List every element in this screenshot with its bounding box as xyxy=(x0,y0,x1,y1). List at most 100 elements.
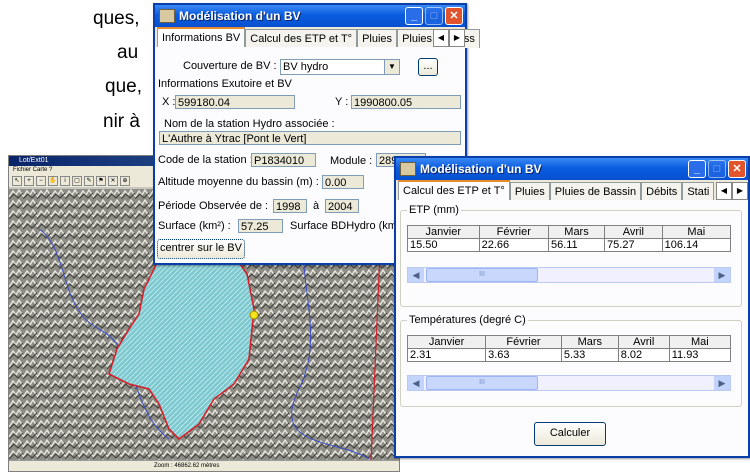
left-arrow-icon[interactable]: ◀ xyxy=(433,29,449,47)
temp-cell[interactable]: 3.63 xyxy=(485,348,562,362)
zoom-out-icon[interactable]: − xyxy=(36,176,46,186)
etp-panel: ETP (mm) Janvier Février Mars Avril Mai … xyxy=(396,200,748,456)
month-header: Mars xyxy=(560,335,619,349)
app-icon xyxy=(400,162,416,176)
month-header: Mars xyxy=(547,225,606,239)
window-title: Modélisation d'un BV xyxy=(179,9,301,23)
tab-calcul-etp[interactable]: Calcul des ETP et T° xyxy=(245,29,358,48)
couverture-value: BV hydro xyxy=(283,61,329,73)
y-field[interactable]: 1990800.05 xyxy=(351,95,461,109)
chevron-down-icon[interactable]: ▼ xyxy=(384,60,399,74)
minimize-button[interactable]: _ xyxy=(405,7,423,25)
right-arrow-icon[interactable]: ▶ xyxy=(714,268,730,282)
temp-scrollbar[interactable]: ◀ III ▶ xyxy=(407,375,731,391)
right-arrow-icon[interactable]: ▶ xyxy=(714,376,730,390)
periode-to-label: à xyxy=(313,200,320,212)
month-header: Mai xyxy=(661,225,732,239)
month-header: Janvier xyxy=(407,225,480,239)
pan-icon[interactable]: ✋ xyxy=(48,176,58,186)
tab-scroller[interactable]: ◀ ▶ xyxy=(716,182,748,200)
tab-debits[interactable]: Débits xyxy=(641,182,683,201)
scroll-thumb[interactable]: III xyxy=(426,376,538,390)
browse-button[interactable]: ... xyxy=(418,58,438,76)
doc-line: nir à xyxy=(103,111,140,132)
zoom-in-icon[interactable]: + xyxy=(24,176,34,186)
tab-bar: Informations BV Calcul des ETP et T° Plu… xyxy=(155,27,480,49)
couverture-label: Couverture de BV : xyxy=(183,60,277,72)
left-arrow-icon[interactable]: ◀ xyxy=(408,268,424,282)
flag-icon[interactable]: ⚑ xyxy=(96,176,106,186)
tab-bar: Calcul des ETP et T° Pluies Pluies de Ba… xyxy=(396,180,748,202)
right-arrow-icon[interactable]: ▶ xyxy=(732,182,748,200)
month-header: Avril xyxy=(617,335,670,349)
map-statusbar: Zoom : 46862.62 mètres xyxy=(9,460,399,471)
etp-cell[interactable]: 56.11 xyxy=(547,238,606,252)
etp-cell[interactable]: 22.66 xyxy=(478,238,549,252)
month-header: Février xyxy=(485,335,562,349)
center-bv-button[interactable]: centrer sur le BV xyxy=(157,239,245,259)
code-label: Code de la station : xyxy=(158,154,253,166)
surface-bd-label: Surface BDHydro (km²) : xyxy=(290,220,411,232)
etp-scrollbar[interactable]: ◀ III ▶ xyxy=(407,267,731,283)
window-titlebar[interactable]: Modélisation d'un BV _ □ ✕ xyxy=(396,158,748,180)
window-title: Modélisation d'un BV xyxy=(420,162,542,176)
altitude-field[interactable]: 0.00 xyxy=(322,175,364,189)
etp-table[interactable]: Janvier Février Mars Avril Mai 15.50 22.… xyxy=(407,225,732,252)
doc-line: au xyxy=(117,42,139,63)
temp-cell[interactable]: 8.02 xyxy=(617,348,670,362)
etp-window[interactable]: Modélisation d'un BV _ □ ✕ Calcul des ET… xyxy=(394,156,750,458)
close-button[interactable]: ✕ xyxy=(728,160,746,178)
etp-group: ETP (mm) Janvier Février Mars Avril Mai … xyxy=(400,204,742,307)
code-field[interactable]: P1834010 xyxy=(251,153,316,167)
left-arrow-icon[interactable]: ◀ xyxy=(408,376,424,390)
group-title: Informations Exutoire et BV xyxy=(158,78,292,90)
tab-pluies[interactable]: Pluies xyxy=(509,182,550,201)
station-field[interactable]: L'Authre à Ytrac [Pont le Vert] xyxy=(159,131,461,145)
cross-icon[interactable]: ✕ xyxy=(108,176,118,186)
close-button[interactable]: ✕ xyxy=(445,7,463,25)
temp-cell[interactable]: 11.93 xyxy=(668,348,732,362)
scroll-thumb[interactable]: III xyxy=(426,268,538,282)
pencil-icon[interactable]: ✎ xyxy=(84,176,94,186)
module-label: Module : xyxy=(330,155,373,167)
right-arrow-icon[interactable]: ▶ xyxy=(449,29,465,47)
x-label: X : xyxy=(162,96,176,108)
month-header: Février xyxy=(478,225,549,239)
surface-label: Surface (km²) : xyxy=(158,220,231,232)
month-header: Avril xyxy=(604,225,663,239)
etp-group-title: ETP (mm) xyxy=(407,204,461,216)
temp-table[interactable]: Janvier Février Mars Avril Mai 2.31 3.63… xyxy=(406,335,732,362)
month-header: Janvier xyxy=(406,335,487,349)
info-icon[interactable]: i xyxy=(60,176,70,186)
window-titlebar[interactable]: Modélisation d'un BV _ □ ✕ xyxy=(155,5,465,27)
temp-cell[interactable]: 5.33 xyxy=(560,348,619,362)
tab-informations-bv[interactable]: Informations BV xyxy=(157,27,246,49)
left-arrow-icon[interactable]: ◀ xyxy=(716,182,732,200)
couverture-select[interactable]: BV hydro ▼ xyxy=(280,59,400,75)
tab-pluies[interactable]: Pluies xyxy=(357,29,398,48)
etp-cell[interactable]: 75.27 xyxy=(604,238,663,252)
periode-to-field[interactable]: 2004 xyxy=(325,199,359,213)
temp-cell[interactable]: 2.31 xyxy=(406,348,487,362)
doc-line: que, xyxy=(105,76,142,97)
periode-label: Période Observée de : xyxy=(158,200,269,212)
tab-stations[interactable]: Stati xyxy=(682,182,715,201)
etp-cell[interactable]: 15.50 xyxy=(407,238,480,252)
maximize-button[interactable]: □ xyxy=(708,160,726,178)
arrow-icon[interactable]: ↖ xyxy=(12,176,22,186)
tab-calcul-etp[interactable]: Calcul des ETP et T° xyxy=(398,180,510,202)
document-text: ques, au que, nir à xyxy=(0,0,150,140)
select-icon[interactable]: ▢ xyxy=(72,176,82,186)
tab-pluies-bassin[interactable]: Pluies de Bassin xyxy=(549,182,642,201)
outlet-point xyxy=(249,310,259,320)
calculer-button[interactable]: Calculer xyxy=(534,422,606,446)
x-field[interactable]: 599180.04 xyxy=(175,95,295,109)
zoom-icon[interactable]: ⊕ xyxy=(120,176,130,186)
doc-line: ques, xyxy=(93,8,140,29)
tab-scroller[interactable]: ◀ ▶ xyxy=(433,29,465,47)
etp-cell[interactable]: 106.14 xyxy=(661,238,732,252)
maximize-button[interactable]: □ xyxy=(425,7,443,25)
periode-from-field[interactable]: 1998 xyxy=(273,199,307,213)
surface-field[interactable]: 57.25 xyxy=(238,219,283,233)
minimize-button[interactable]: _ xyxy=(688,160,706,178)
